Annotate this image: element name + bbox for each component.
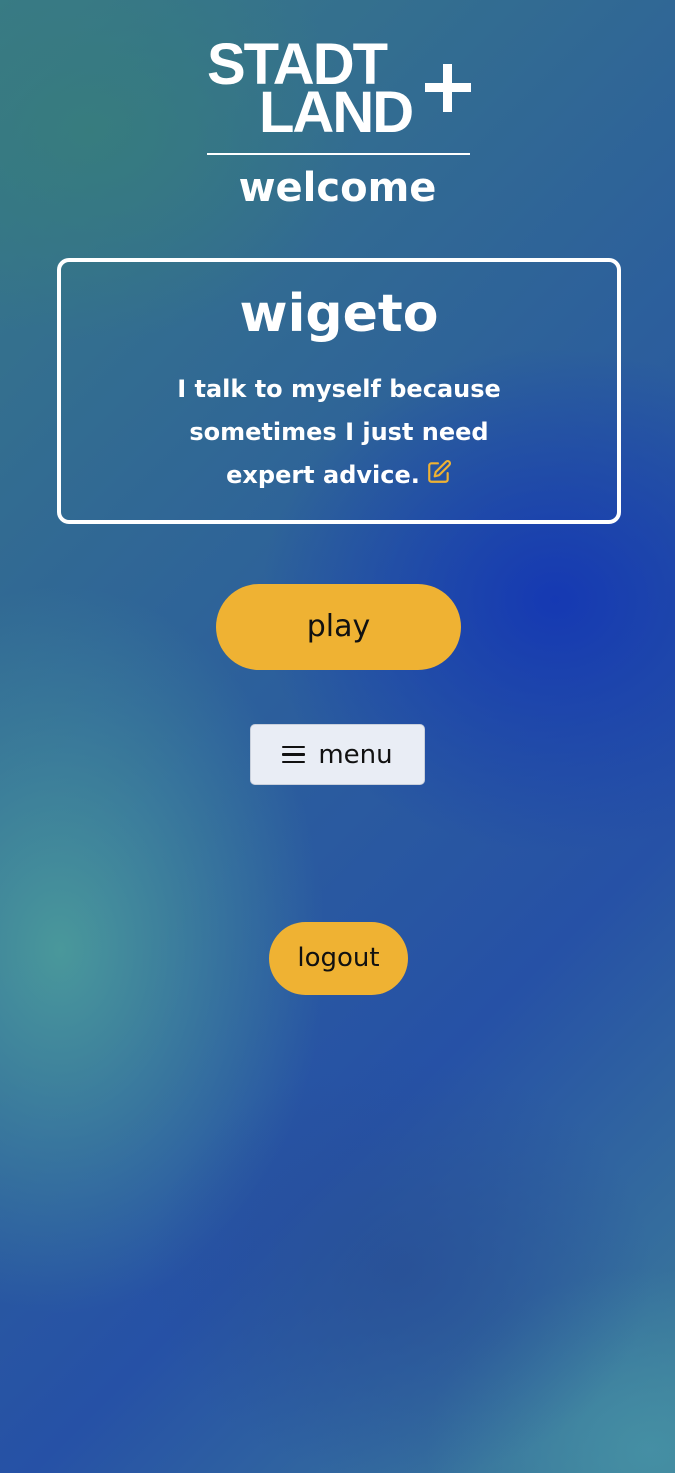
hamburger-icon	[282, 745, 306, 765]
play-button[interactable]: play	[216, 584, 461, 670]
logo-line-land: LAND	[259, 80, 414, 145]
profile-card: wigeto I talk to myself because sometime…	[57, 258, 621, 524]
profile-bio: I talk to myself because sometimes I jus…	[151, 368, 527, 497]
logout-button[interactable]: logout	[269, 922, 408, 995]
logo-divider	[207, 153, 470, 155]
bio-text: I talk to myself because sometimes I jus…	[177, 375, 501, 489]
app-logo: STADT LAND	[207, 36, 471, 156]
menu-button[interactable]: menu	[250, 724, 425, 785]
username: wigeto	[239, 284, 439, 344]
welcome-heading: welcome	[238, 165, 437, 211]
pencil-icon[interactable]	[426, 459, 452, 485]
menu-label: menu	[318, 739, 393, 770]
logo-plus-icon	[425, 64, 471, 112]
